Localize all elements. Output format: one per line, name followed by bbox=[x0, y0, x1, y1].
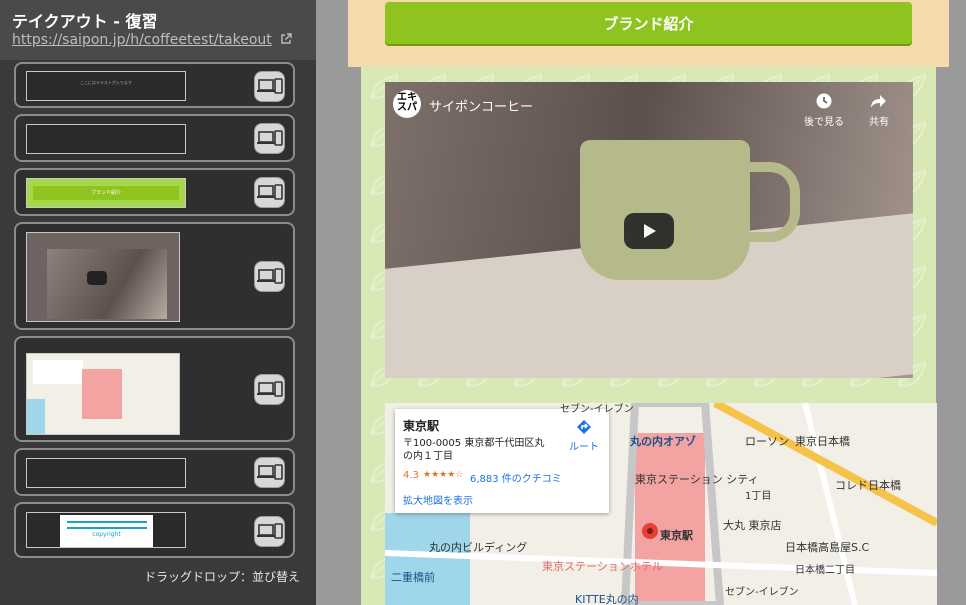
map-label: 丸の内オアゾ bbox=[630, 435, 696, 448]
brand-section: ブランド紹介 bbox=[348, 0, 949, 67]
block-thumbnail: ここにはテキストが入ります bbox=[26, 71, 186, 101]
devices-icon bbox=[257, 381, 283, 397]
share-icon bbox=[871, 95, 886, 108]
devices-icon bbox=[257, 184, 283, 200]
block-row-text[interactable]: ここにはテキストが入ります bbox=[14, 62, 295, 108]
map-label: 東京ステーション シティ bbox=[635, 473, 759, 486]
page-preview: ブランド紹介 エキスパ サイポンコーヒー 後で見る 共有 東京駅 〒100-00… bbox=[316, 0, 966, 605]
block-thumbnail bbox=[26, 232, 180, 322]
route-button[interactable]: ルート bbox=[566, 419, 602, 453]
google-map[interactable]: 東京駅 〒100-0005 東京都千代田区丸の内１丁目 4.3 ★★★★☆ 6,… bbox=[385, 403, 937, 605]
block-row-footer[interactable]: copyright bbox=[14, 502, 295, 558]
block-thumbnail bbox=[26, 458, 186, 488]
map-info-card: 東京駅 〒100-0005 東京都千代田区丸の内１丁目 4.3 ★★★★☆ 6,… bbox=[395, 409, 609, 513]
block-thumbnail bbox=[26, 353, 180, 435]
drag-drop-hint: ドラッグドロップ：並び替え bbox=[143, 570, 300, 584]
block-row-empty[interactable] bbox=[14, 448, 295, 496]
device-toggle-button[interactable] bbox=[254, 123, 285, 154]
device-toggle-button[interactable] bbox=[254, 516, 285, 547]
clock-icon bbox=[816, 93, 832, 109]
map-label: セブン-イレブン bbox=[560, 404, 634, 415]
page-title: テイクアウト - 復習 bbox=[12, 12, 158, 31]
channel-logo[interactable]: エキスパ bbox=[393, 90, 421, 118]
device-toggle-button[interactable] bbox=[254, 457, 285, 488]
block-thumbnail bbox=[26, 124, 186, 154]
place-address: 〒100-0005 東京都千代田区丸の内１丁目 bbox=[403, 438, 545, 462]
directions-icon bbox=[577, 420, 591, 434]
block-row-brand[interactable]: ブランド紹介 bbox=[14, 168, 295, 216]
device-toggle-button[interactable] bbox=[254, 177, 285, 208]
map-label: コレド日本橋 bbox=[835, 479, 901, 492]
play-icon bbox=[644, 224, 656, 238]
block-sidebar: テイクアウト - 復習 https://saipon.jp/h/coffeete… bbox=[0, 0, 316, 605]
devices-icon bbox=[257, 78, 283, 94]
video-player[interactable]: エキスパ サイポンコーヒー 後で見る 共有 bbox=[385, 82, 913, 378]
map-label: ローソン bbox=[745, 435, 789, 448]
map-label: 日本橋二丁目 bbox=[795, 565, 855, 576]
external-link-icon[interactable] bbox=[280, 33, 292, 45]
map-label: 大丸 東京店 bbox=[723, 519, 782, 532]
map-label: 東京駅 bbox=[660, 529, 693, 542]
content-section: エキスパ サイポンコーヒー 後で見る 共有 東京駅 〒100-0005 東京都千… bbox=[361, 67, 937, 605]
device-toggle-button[interactable] bbox=[254, 374, 285, 405]
block-thumbnail: copyright bbox=[26, 512, 186, 548]
map-label: KITTE丸の内 bbox=[575, 593, 639, 605]
map-label: 東京日本橋 bbox=[795, 435, 850, 448]
watch-later-control[interactable]: 後で見る bbox=[800, 92, 848, 128]
map-label: 二重橋前 bbox=[391, 571, 435, 584]
brand-intro-button[interactable]: ブランド紹介 bbox=[385, 2, 912, 44]
channel-name[interactable]: サイポンコーヒー bbox=[429, 96, 533, 115]
block-thumbnail: ブランド紹介 bbox=[26, 178, 186, 208]
place-name: 東京駅 bbox=[403, 419, 440, 433]
share-control[interactable]: 共有 bbox=[855, 92, 903, 128]
map-label: セブン-イレブン bbox=[725, 587, 799, 598]
devices-icon bbox=[257, 523, 283, 539]
devices-icon bbox=[257, 130, 283, 146]
map-label: 丸の内ビルディング bbox=[429, 541, 528, 554]
map-label: 東京ステーションホテル bbox=[542, 560, 663, 573]
reviews-link[interactable]: 6,883 件のクチコミ bbox=[470, 470, 562, 485]
device-toggle-button[interactable] bbox=[254, 261, 285, 292]
block-row-empty[interactable] bbox=[14, 114, 295, 162]
map-label: 日本橋高島屋S.C bbox=[785, 541, 870, 554]
enlarge-map-link[interactable]: 拡大地図を表示 bbox=[403, 492, 473, 507]
devices-icon bbox=[257, 268, 283, 284]
play-button[interactable] bbox=[624, 213, 674, 249]
rating-stars: ★★★★☆ bbox=[423, 470, 464, 480]
page-url-link[interactable]: https://saipon.jp/h/coffeetest/takeout bbox=[12, 32, 272, 48]
sidebar-header: テイクアウト - 復習 https://saipon.jp/h/coffeete… bbox=[0, 0, 316, 60]
device-toggle-button[interactable] bbox=[254, 71, 285, 102]
devices-icon bbox=[257, 464, 283, 480]
map-label: 1丁目 bbox=[745, 491, 772, 502]
block-row-video[interactable] bbox=[14, 222, 295, 330]
rating-value: 4.3 bbox=[403, 470, 419, 481]
block-row-map[interactable] bbox=[14, 336, 295, 442]
